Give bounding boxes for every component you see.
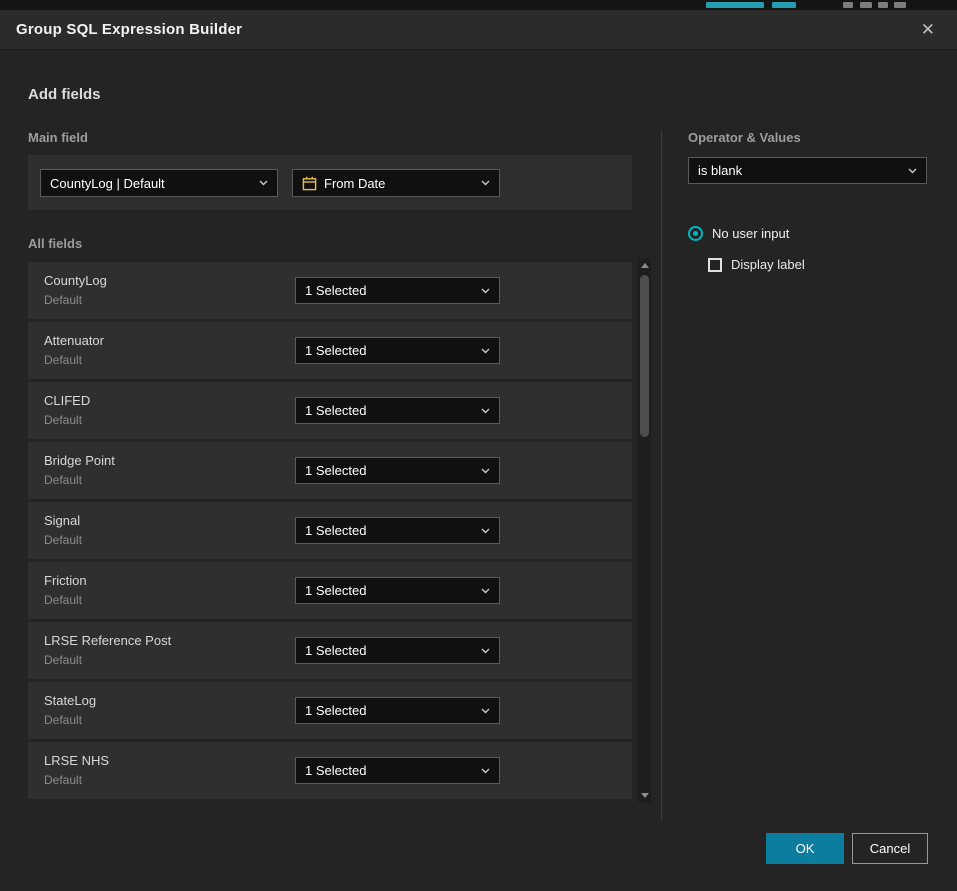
chevron-down-icon (481, 288, 490, 294)
field-selected-label: 1 Selected (305, 583, 366, 598)
field-selected-label: 1 Selected (305, 283, 366, 298)
screen: Group SQL Expression Builder ✕ Add field… (0, 0, 957, 891)
operator-values-panel: Operator & Values is blank No user input… (688, 130, 928, 330)
field-sublabel: Default (44, 713, 82, 727)
field-name: Bridge Point (44, 453, 115, 468)
ok-button[interactable]: OK (766, 833, 844, 864)
main-field-date-dropdown[interactable]: From Date (292, 169, 500, 197)
chevron-down-icon (481, 408, 490, 414)
field-sublabel: Default (44, 473, 82, 487)
chevron-down-icon (481, 348, 490, 354)
all-fields-label: All fields (28, 236, 82, 251)
background-ui-fragment (878, 2, 888, 8)
field-name: CLIFED (44, 393, 90, 408)
field-row: Bridge Point Default 1 Selected (28, 442, 632, 499)
checkbox-label: Display label (731, 257, 805, 272)
field-name: Signal (44, 513, 80, 528)
chevron-down-icon (481, 180, 490, 186)
chevron-down-icon (481, 588, 490, 594)
field-selected-label: 1 Selected (305, 763, 366, 778)
field-selected-dropdown[interactable]: 1 Selected (295, 457, 500, 484)
field-selected-label: 1 Selected (305, 403, 366, 418)
field-sublabel: Default (44, 653, 82, 667)
field-selected-dropdown[interactable]: 1 Selected (295, 517, 500, 544)
background-ui-fragment (843, 2, 853, 8)
field-selected-dropdown[interactable]: 1 Selected (295, 757, 500, 784)
scrollbar-thumb[interactable] (640, 275, 649, 437)
field-selected-label: 1 Selected (305, 343, 366, 358)
field-row: Signal Default 1 Selected (28, 502, 632, 559)
background-ui-fragment (860, 2, 872, 8)
background-app-strip (0, 0, 957, 10)
field-name: LRSE Reference Post (44, 633, 171, 648)
scroll-up-icon[interactable] (641, 263, 649, 268)
field-name: CountyLog (44, 273, 107, 288)
dialog-title: Group SQL Expression Builder (16, 21, 242, 38)
chevron-down-icon (481, 648, 490, 654)
chevron-down-icon (908, 168, 917, 174)
field-row: CountyLog Default 1 Selected (28, 262, 632, 319)
add-fields-heading: Add fields (28, 86, 101, 103)
close-icon[interactable]: ✕ (915, 19, 941, 40)
chevron-down-icon (481, 708, 490, 714)
field-sublabel: Default (44, 293, 82, 307)
background-ui-fragment (772, 2, 796, 8)
field-selected-label: 1 Selected (305, 643, 366, 658)
main-field-label: Main field (28, 130, 88, 145)
chevron-down-icon (481, 528, 490, 534)
dropdown-value: is blank (698, 163, 742, 178)
field-row: Friction Default 1 Selected (28, 562, 632, 619)
field-selected-label: 1 Selected (305, 523, 366, 538)
scrollbar[interactable] (638, 258, 651, 803)
field-selected-label: 1 Selected (305, 703, 366, 718)
field-sublabel: Default (44, 353, 82, 367)
dropdown-value: From Date (324, 176, 385, 191)
main-field-layer-dropdown[interactable]: CountyLog | Default (40, 169, 278, 197)
chevron-down-icon (259, 180, 268, 186)
field-selected-dropdown[interactable]: 1 Selected (295, 637, 500, 664)
field-selected-label: 1 Selected (305, 463, 366, 478)
field-sublabel: Default (44, 533, 82, 547)
vertical-divider (661, 130, 662, 820)
field-selected-dropdown[interactable]: 1 Selected (295, 577, 500, 604)
operator-dropdown[interactable]: is blank (688, 157, 927, 184)
cancel-button[interactable]: Cancel (852, 833, 928, 864)
field-selected-dropdown[interactable]: 1 Selected (295, 337, 500, 364)
operator-values-heading: Operator & Values (688, 130, 801, 145)
field-row: Attenuator Default 1 Selected (28, 322, 632, 379)
field-selected-dropdown[interactable]: 1 Selected (295, 397, 500, 424)
chevron-down-icon (481, 768, 490, 774)
no-user-input-radio[interactable]: No user input (688, 226, 789, 241)
field-name: Attenuator (44, 333, 104, 348)
group-sql-expression-builder-dialog: Group SQL Expression Builder ✕ Add field… (0, 10, 957, 891)
checkbox-icon (708, 258, 722, 272)
field-row: LRSE Reference Post Default 1 Selected (28, 622, 632, 679)
radio-icon (688, 226, 703, 241)
field-row: StateLog Default 1 Selected (28, 682, 632, 739)
background-ui-fragment (894, 2, 906, 8)
radio-label: No user input (712, 226, 789, 241)
calendar-icon (302, 176, 317, 191)
field-selected-dropdown[interactable]: 1 Selected (295, 697, 500, 724)
field-name: StateLog (44, 693, 96, 708)
dialog-header: Group SQL Expression Builder ✕ (0, 10, 957, 50)
main-field-panel: CountyLog | Default From Date (28, 155, 632, 210)
field-name: Friction (44, 573, 87, 588)
field-row: CLIFED Default 1 Selected (28, 382, 632, 439)
chevron-down-icon (481, 468, 490, 474)
field-sublabel: Default (44, 773, 82, 787)
all-fields-list: CountyLog Default 1 Selected Attenuator … (28, 262, 632, 802)
field-selected-dropdown[interactable]: 1 Selected (295, 277, 500, 304)
field-name: LRSE NHS (44, 753, 109, 768)
field-sublabel: Default (44, 413, 82, 427)
display-label-checkbox[interactable]: Display label (708, 257, 805, 272)
dropdown-value: CountyLog | Default (50, 176, 165, 191)
scroll-down-icon[interactable] (641, 793, 649, 798)
field-row: LRSE NHS Default 1 Selected (28, 742, 632, 799)
background-ui-fragment (706, 2, 764, 8)
field-sublabel: Default (44, 593, 82, 607)
